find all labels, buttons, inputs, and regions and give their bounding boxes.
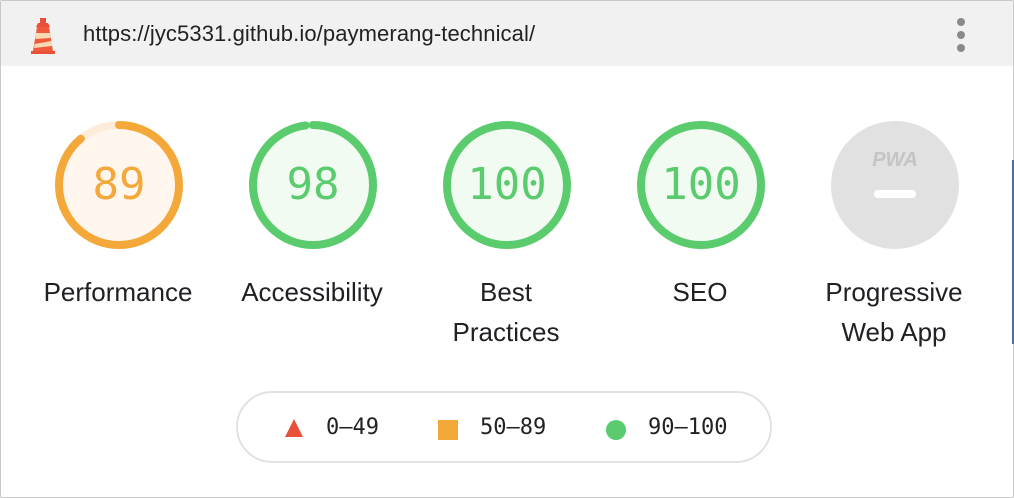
best-practices-label-line1: Best — [479, 277, 533, 307]
lighthouse-icon — [31, 18, 55, 54]
score-legend: 0–49 50–89 90–100 — [236, 391, 772, 463]
best-practices-label: Best Practices — [406, 272, 606, 352]
pwa-label-line2: Web App — [841, 317, 947, 347]
pwa-label: Progressive Web App — [794, 272, 994, 352]
performance-gauge[interactable]: 89 — [54, 120, 184, 250]
circle-icon — [606, 420, 626, 440]
pwa-label-line1: Progressive — [825, 277, 963, 307]
legend-range-average: 50–89 — [480, 415, 547, 440]
report-url[interactable]: https://jyc5331.github.io/paymerang-tech… — [83, 21, 535, 47]
seo-gauge[interactable]: 100 — [636, 120, 766, 250]
best-practices-gauge[interactable]: 100 — [442, 120, 572, 250]
accessibility-gauge[interactable]: 98 — [248, 120, 378, 250]
report-header: https://jyc5331.github.io/paymerang-tech… — [1, 1, 1013, 66]
performance-score: 89 — [92, 159, 146, 210]
best-practices-score: 100 — [467, 159, 547, 210]
seo-label: SEO — [672, 277, 728, 307]
pwa-badge-text: PWA — [872, 149, 918, 171]
accessibility-score: 98 — [286, 159, 340, 210]
legend-range-fail: 0–49 — [326, 415, 379, 440]
accessibility-label: Accessibility — [241, 277, 383, 307]
square-icon — [438, 420, 458, 440]
legend-range-pass: 90–100 — [648, 415, 728, 440]
pwa-badge[interactable]: PWA — [830, 120, 960, 250]
seo-score: 100 — [661, 159, 741, 210]
performance-label: Performance — [43, 277, 193, 307]
triangle-icon — [285, 419, 303, 437]
kebab-menu-icon[interactable] — [951, 15, 971, 55]
best-practices-label-line2: Practices — [452, 317, 560, 347]
